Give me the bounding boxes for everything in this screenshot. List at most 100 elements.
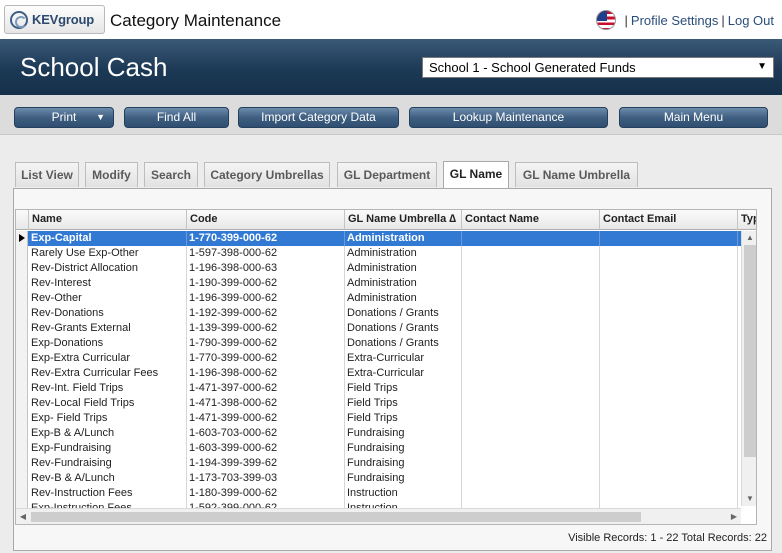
cell-code[interactable]: 1-597-398-000-62 — [187, 246, 345, 261]
column-header-name[interactable]: Name — [29, 210, 187, 230]
cell-code[interactable]: 1-139-399-000-62 — [187, 321, 345, 336]
cell-contact-email[interactable] — [600, 411, 738, 426]
cell-code[interactable]: 1-770-399-000-62 — [187, 351, 345, 366]
cell-contact-name[interactable] — [462, 276, 600, 291]
tab-search[interactable]: Search — [144, 162, 198, 187]
table-row[interactable]: Rev-Instruction Fees 1-180-399-000-62 Inst… — [16, 486, 756, 501]
logout-link[interactable]: Log Out — [728, 13, 774, 28]
scroll-up-icon[interactable]: ▲ — [742, 231, 756, 245]
cell-contact-email[interactable] — [600, 351, 738, 366]
cell-contact-name[interactable] — [462, 231, 600, 246]
cell-code[interactable]: 1-173-703-399-03 — [187, 471, 345, 486]
column-header-code[interactable]: Code — [187, 210, 345, 230]
cell-gl-name-umbrella[interactable]: Field Trips — [345, 381, 462, 396]
table-row[interactable]: Rev-Grants External 1-139-399-000-62 Donat… — [16, 321, 756, 336]
print-button[interactable]: Print ▼ — [14, 107, 114, 128]
cell-contact-name[interactable] — [462, 486, 600, 501]
column-header-type[interactable]: Typ — [738, 210, 756, 230]
table-row[interactable]: Rev-Local Field Trips 1-471-398-000-62 Fie… — [16, 396, 756, 411]
tab-list-view[interactable]: List View — [15, 162, 79, 187]
cell-name[interactable]: Rarely Use Exp-Other — [29, 246, 187, 261]
cell-contact-email[interactable] — [600, 246, 738, 261]
cell-code[interactable]: 1-190-399-000-62 — [187, 276, 345, 291]
import-category-data-button[interactable]: Import Category Data — [238, 107, 399, 128]
cell-contact-email[interactable] — [600, 441, 738, 456]
cell-code[interactable]: 1-603-399-000-62 — [187, 441, 345, 456]
cell-contact-name[interactable] — [462, 291, 600, 306]
cell-name[interactable]: Exp-Extra Curricular — [29, 351, 187, 366]
cell-gl-name-umbrella[interactable]: Donations / Grants — [345, 306, 462, 321]
cell-name[interactable]: Exp- Field Trips — [29, 411, 187, 426]
cell-contact-email[interactable] — [600, 276, 738, 291]
cell-contact-name[interactable] — [462, 396, 600, 411]
cell-name[interactable]: Exp-B & A/Lunch — [29, 426, 187, 441]
cell-code[interactable]: 1-603-703-000-62 — [187, 426, 345, 441]
scroll-right-icon[interactable]: ▶ — [727, 509, 741, 524]
cell-contact-name[interactable] — [462, 366, 600, 381]
cell-gl-name-umbrella[interactable]: Extra-Curricular — [345, 366, 462, 381]
tab-gl-name[interactable]: GL Name — [443, 161, 509, 188]
cell-contact-email[interactable] — [600, 396, 738, 411]
cell-contact-name[interactable] — [462, 426, 600, 441]
cell-gl-name-umbrella[interactable]: Donations / Grants — [345, 336, 462, 351]
cell-contact-name[interactable] — [462, 381, 600, 396]
cell-gl-name-umbrella[interactable]: Administration — [345, 246, 462, 261]
scroll-left-icon[interactable]: ◀ — [16, 509, 30, 524]
cell-name[interactable]: Rev-Other — [29, 291, 187, 306]
table-row[interactable]: Rev-Extra Curricular Fees 1-196-398-000-6… — [16, 366, 756, 381]
cell-name[interactable]: Rev-Extra Curricular Fees — [29, 366, 187, 381]
vertical-scroll-thumb[interactable] — [744, 245, 756, 457]
table-row[interactable]: Rev-Fundraising 1-194-399-399-62 Fundraisi… — [16, 456, 756, 471]
cell-contact-email[interactable] — [600, 426, 738, 441]
cell-gl-name-umbrella[interactable]: Administration — [345, 261, 462, 276]
cell-name[interactable]: Rev-Local Field Trips — [29, 396, 187, 411]
cell-code[interactable]: 1-194-399-399-62 — [187, 456, 345, 471]
table-row[interactable]: Rev-Int. Field Trips 1-471-397-000-62 Fiel… — [16, 381, 756, 396]
column-header-contact-email[interactable]: Contact Email — [600, 210, 738, 230]
cell-gl-name-umbrella[interactable]: Donations / Grants — [345, 321, 462, 336]
table-row[interactable]: Rev-District Allocation 1-196-398-000-63 A… — [16, 261, 756, 276]
dropdown-caret-icon[interactable]: ▼ — [96, 108, 105, 127]
cell-code[interactable]: 1-471-398-000-62 — [187, 396, 345, 411]
table-row[interactable]: Rev-B & A/Lunch 1-173-703-399-03 Fundraisi… — [16, 471, 756, 486]
cell-code[interactable]: 1-196-399-000-62 — [187, 291, 345, 306]
cell-contact-name[interactable] — [462, 456, 600, 471]
cell-name[interactable]: Exp-Donations — [29, 336, 187, 351]
table-row[interactable]: Exp- Field Trips 1-471-399-000-62 Field Tr… — [16, 411, 756, 426]
cell-contact-email[interactable] — [600, 321, 738, 336]
table-row[interactable]: Exp-Donations 1-790-399-000-62 Donations /… — [16, 336, 756, 351]
cell-name[interactable]: Exp-Capital — [29, 231, 187, 246]
cell-contact-name[interactable] — [462, 261, 600, 276]
table-row[interactable]: Rev-Interest 1-190-399-000-62 Administrati… — [16, 276, 756, 291]
cell-contact-name[interactable] — [462, 321, 600, 336]
cell-gl-name-umbrella[interactable]: Administration — [345, 291, 462, 306]
tab-modify[interactable]: Modify — [85, 162, 138, 187]
cell-name[interactable]: Rev-Interest — [29, 276, 187, 291]
tab-gl-department[interactable]: GL Department — [337, 162, 437, 187]
table-row[interactable]: Rev-Donations 1-192-399-000-62 Donations /… — [16, 306, 756, 321]
table-row[interactable]: Rev-Other 1-196-399-000-62 Administration — [16, 291, 756, 306]
cell-contact-email[interactable] — [600, 366, 738, 381]
cell-name[interactable]: Rev-District Allocation — [29, 261, 187, 276]
scroll-down-icon[interactable]: ▼ — [742, 492, 756, 506]
cell-name[interactable]: Rev-Int. Field Trips — [29, 381, 187, 396]
us-flag-icon[interactable] — [595, 10, 616, 30]
cell-contact-email[interactable] — [600, 231, 738, 246]
table-row[interactable]: Rarely Use Exp-Other 1-597-398-000-62 Admi… — [16, 246, 756, 261]
cell-gl-name-umbrella[interactable]: Fundraising — [345, 456, 462, 471]
table-row[interactable]: Exp-Fundraising 1-603-399-000-62 Fundraisi… — [16, 441, 756, 456]
cell-gl-name-umbrella[interactable]: Extra-Curricular — [345, 351, 462, 366]
cell-contact-email[interactable] — [600, 456, 738, 471]
horizontal-scrollbar[interactable]: ◀ ▶ — [16, 508, 741, 524]
table-row[interactable]: Exp-Extra Curricular 1-770-399-000-62 Extr… — [16, 351, 756, 366]
cell-contact-email[interactable] — [600, 381, 738, 396]
column-header-contact-name[interactable]: Contact Name — [462, 210, 600, 230]
cell-contact-name[interactable] — [462, 351, 600, 366]
find-all-button[interactable]: Find All — [124, 107, 229, 128]
school-select[interactable]: School 1 - School Generated Funds ▼ — [422, 57, 774, 78]
cell-code[interactable]: 1-770-399-000-62 — [187, 231, 345, 246]
cell-gl-name-umbrella[interactable]: Administration — [345, 231, 462, 246]
cell-name[interactable]: Rev-Fundraising — [29, 456, 187, 471]
lookup-maintenance-button[interactable]: Lookup Maintenance — [409, 107, 608, 128]
cell-contact-email[interactable] — [600, 261, 738, 276]
